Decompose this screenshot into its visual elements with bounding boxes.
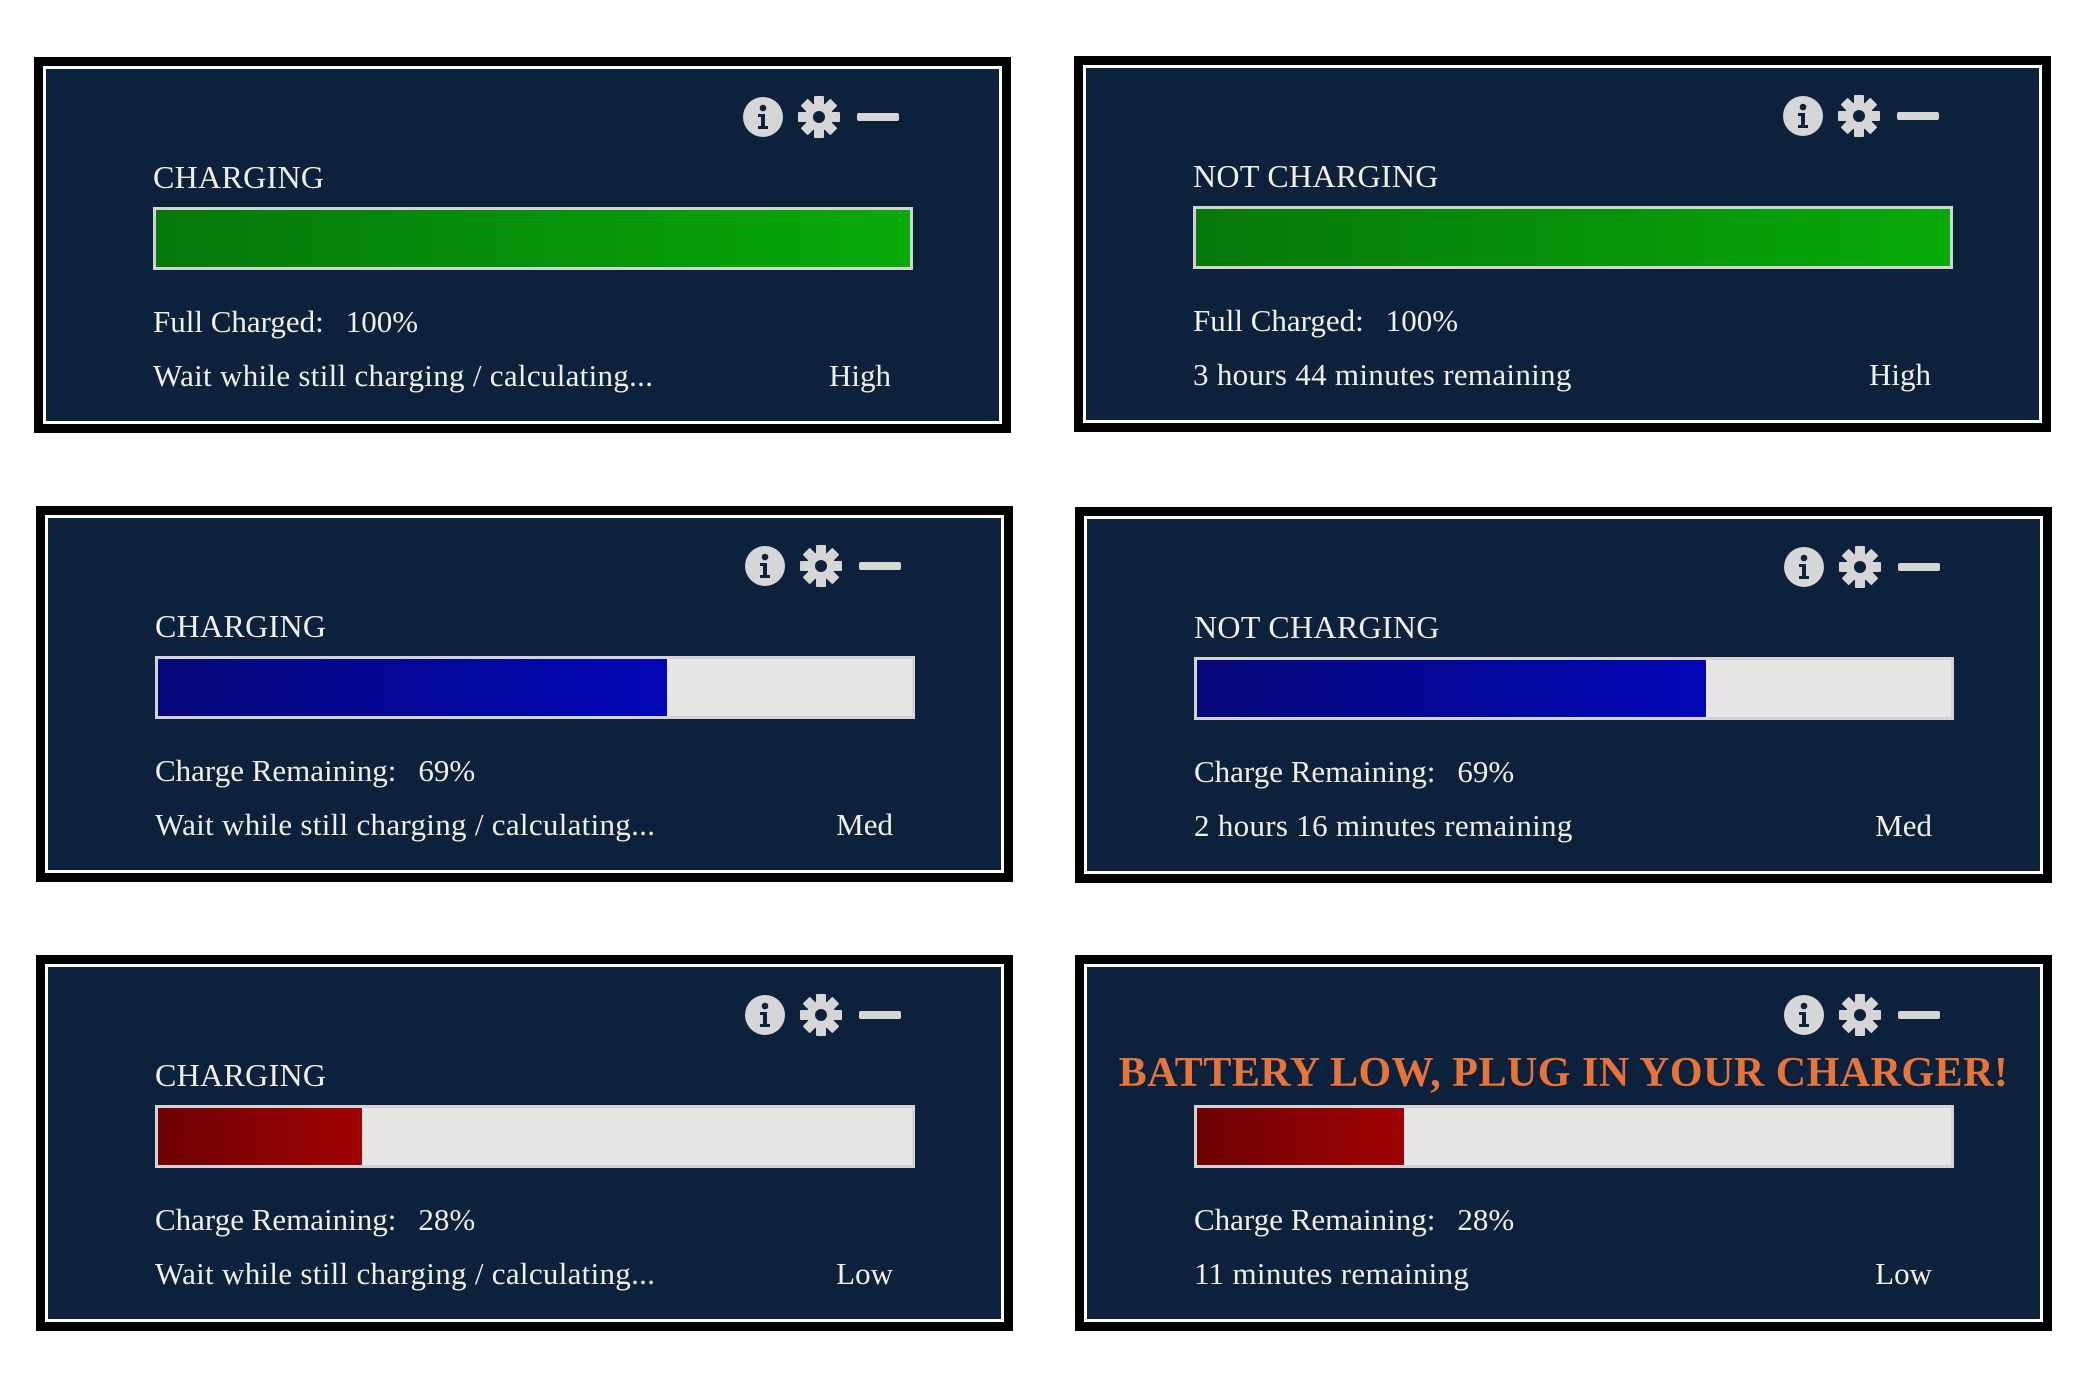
time-remaining-message: Wait while still charging / calculating.… [155, 1256, 656, 1291]
charge-reading-value: 28% [418, 1202, 476, 1237]
charging-status: CHARGING [155, 1057, 327, 1093]
info-icon[interactable] [1783, 96, 1823, 136]
minimize-icon[interactable] [1897, 112, 1939, 120]
battery-panel-not-charging-high: NOT CHARGING Full Charged: 100% 3 hours 4… [1074, 56, 2051, 432]
battery-panel-charging-med: CHARGING Charge Remaining: 69% Wait while… [36, 506, 1013, 882]
charging-status: NOT CHARGING [1193, 158, 1439, 194]
charge-reading-value: 100% [1385, 303, 1459, 338]
charge-reading-value: 28% [1457, 1202, 1515, 1237]
time-remaining-message: 3 hours 44 minutes remaining [1193, 357, 1572, 392]
charge-reading-label: Charge Remaining: [155, 1202, 397, 1237]
minimize-icon[interactable] [1898, 1011, 1940, 1019]
battery-low-alert: BATTERY LOW, PLUG IN YOUR CHARGER! [1118, 1050, 2009, 1096]
info-icon[interactable] [1784, 995, 1824, 1035]
charge-reading-label: Full Charged: [1193, 303, 1364, 338]
charge-progress-fill [1197, 660, 1706, 717]
charge-progress-bar [1194, 657, 1954, 720]
gear-icon[interactable] [1837, 94, 1881, 138]
gear-icon[interactable] [797, 95, 841, 139]
charging-status: CHARGING [153, 159, 325, 195]
charge-progress-bar [155, 1105, 915, 1168]
panel-controls [1784, 545, 1940, 589]
time-remaining-message: Wait while still charging / calculating.… [155, 807, 656, 842]
charge-progress-fill [1197, 1108, 1405, 1165]
charge-reading: Charge Remaining: 28% [1194, 1202, 1514, 1238]
charge-progress-fill [1196, 209, 1950, 266]
panel-controls [745, 993, 901, 1037]
charge-progress-bar [153, 207, 913, 270]
charge-level-label: High [1869, 357, 1931, 392]
panel-controls [745, 544, 901, 588]
charge-reading: Full Charged: 100% [153, 304, 418, 340]
battery-panel-battery-low: BATTERY LOW, PLUG IN YOUR CHARGER! Charg… [1075, 955, 2052, 1331]
charge-progress-bar [1193, 206, 1953, 269]
charge-level-label: Low [836, 1256, 893, 1291]
info-icon[interactable] [745, 546, 785, 586]
charge-reading-label: Full Charged: [153, 304, 324, 339]
charge-reading-label: Charge Remaining: [155, 753, 397, 788]
panel-controls [743, 95, 899, 139]
charge-progress-bar [1194, 1105, 1954, 1168]
battery-panel-charging-high: CHARGING Full Charged: 100% Wait while st… [34, 57, 1011, 433]
charge-reading-label: Charge Remaining: [1194, 1202, 1436, 1237]
charge-reading: Full Charged: 100% [1193, 303, 1458, 339]
charge-reading-value: 69% [418, 753, 476, 788]
charge-level-label: High [829, 358, 891, 393]
charge-reading-value: 69% [1457, 754, 1515, 789]
panel-controls [1784, 993, 1940, 1037]
charge-reading: Charge Remaining: 28% [155, 1202, 475, 1238]
charge-progress-fill [158, 1108, 362, 1165]
minimize-icon[interactable] [859, 562, 901, 570]
charge-reading-label: Charge Remaining: [1194, 754, 1436, 789]
gear-icon[interactable] [1838, 993, 1882, 1037]
time-remaining-message: 2 hours 16 minutes remaining [1194, 808, 1573, 843]
minimize-icon[interactable] [1898, 563, 1940, 571]
gear-icon[interactable] [1838, 545, 1882, 589]
charge-level-label: Low [1875, 1256, 1932, 1291]
charge-progress-bar [155, 656, 915, 719]
charging-status: CHARGING [155, 608, 327, 644]
battery-panel-charging-low: CHARGING Charge Remaining: 28% Wait while… [36, 955, 1013, 1331]
info-icon[interactable] [745, 995, 785, 1035]
gear-icon[interactable] [799, 993, 843, 1037]
charge-reading: Charge Remaining: 69% [1194, 754, 1514, 790]
minimize-icon[interactable] [859, 1011, 901, 1019]
battery-panel-not-charging-med: NOT CHARGING Charge Remaining: 69% 2 hour… [1075, 507, 2052, 883]
charge-reading: Charge Remaining: 69% [155, 753, 475, 789]
charge-reading-value: 100% [345, 304, 419, 339]
time-remaining-message: Wait while still charging / calculating.… [153, 358, 654, 393]
charge-level-label: Med [1875, 808, 1932, 843]
info-icon[interactable] [743, 97, 783, 137]
charge-level-label: Med [836, 807, 893, 842]
minimize-icon[interactable] [857, 113, 899, 121]
charge-progress-fill [158, 659, 667, 716]
charge-progress-fill [156, 210, 910, 267]
charging-status: NOT CHARGING [1194, 609, 1440, 645]
gear-icon[interactable] [799, 544, 843, 588]
panel-controls [1783, 94, 1939, 138]
info-icon[interactable] [1784, 547, 1824, 587]
time-remaining-message: 11 minutes remaining [1194, 1256, 1470, 1291]
